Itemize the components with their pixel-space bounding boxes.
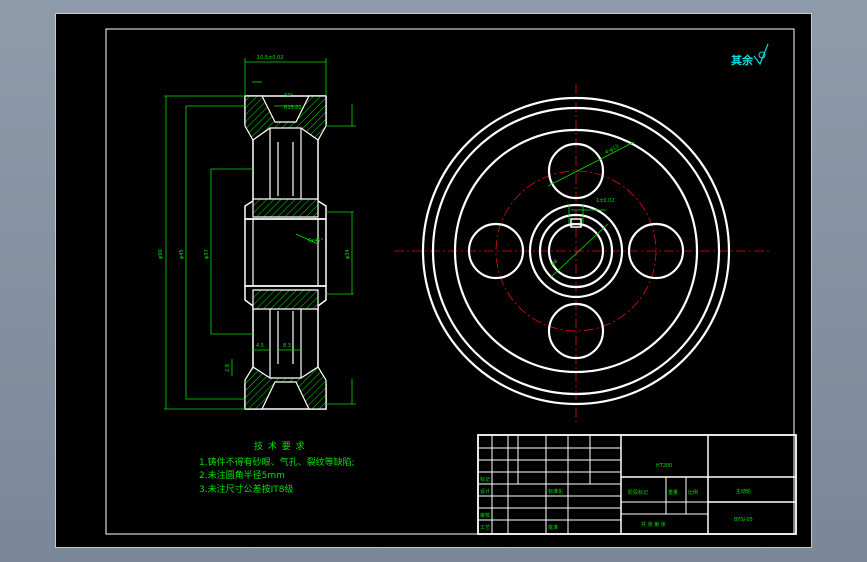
- title-block: 标记 设计 标准化 审核 工艺 批准 阶段标记 重量 比例 共 张 第 张 HT…: [477, 434, 797, 535]
- tb-designer-label: 设计: [480, 488, 490, 495]
- surface-roughness-note: 其余: [731, 43, 769, 67]
- dim-top-width: 10.5±0.02: [257, 55, 283, 61]
- tech-req-item-3: 3.未注尺寸公差按IT8级: [199, 483, 293, 495]
- tb-drawing-no: BYSJ-05: [734, 517, 753, 523]
- tb-part-name: 主动轮: [736, 488, 751, 495]
- dim-angle: 34°: [284, 93, 293, 99]
- tb-weight-label: 重量: [668, 489, 678, 496]
- rim-top-hatch: [244, 95, 327, 141]
- dim-dia-outer: φ90: [158, 249, 164, 259]
- tb-ratio-label: 比例: [688, 489, 698, 496]
- tb-mark-label: 标记: [480, 476, 490, 483]
- rim-bottom-hatch: [244, 366, 327, 410]
- dim-hole-pos: 1±0.02: [596, 198, 615, 204]
- dim-dia-small: φ34: [345, 249, 351, 259]
- tb-std-label: 标准化: [548, 488, 563, 495]
- dim-chamfer: 6x45°: [308, 238, 324, 244]
- dim-a: 4.5: [256, 343, 264, 349]
- tech-req-title: 技 术 要 求: [254, 440, 306, 452]
- front-view: 4-φ13 1±0.02 φ8: [394, 84, 770, 422]
- tb-stage-label: 阶段标记: [628, 489, 648, 496]
- tb-process-label: 工艺: [480, 525, 490, 531]
- tb-material: HT200: [656, 463, 672, 469]
- section-view: 10.5±0.02 34° R15.02 φ90 φ45 φ37 φ34 6x4…: [158, 55, 356, 410]
- web-hole-left: [467, 222, 525, 280]
- hub-top-hatch: [252, 198, 319, 218]
- surface-note-text: 其余: [731, 53, 754, 67]
- roughness-symbol: [753, 43, 769, 66]
- cad-drawing: 10.5±0.02 34° R15.02 φ90 φ45 φ37 φ34 6x4…: [105, 28, 797, 535]
- dim-groove: R15.02: [284, 105, 302, 111]
- dim-b: 8.3: [283, 343, 291, 349]
- dim-c: 2.8: [225, 364, 231, 372]
- tb-review-label: 审核: [480, 512, 490, 519]
- tech-req-item-1: 1.铸件不得有砂眼、气孔、裂纹等缺陷;: [199, 456, 355, 468]
- tech-req-item-2: 2.未注圆角半径5mm: [199, 469, 285, 481]
- tb-sheet-text: 共 张 第 张: [641, 521, 666, 528]
- technical-requirements: 技 术 要 求 1.铸件不得有砂眼、气孔、裂纹等缺陷; 2.未注圆角半径5mm …: [199, 440, 355, 495]
- hub-bottom-hatch: [252, 289, 319, 310]
- drawing-sheet: 10.5±0.02 34° R15.02 φ90 φ45 φ37 φ34 6x4…: [55, 13, 812, 548]
- tb-approve-label: 批准: [548, 524, 558, 531]
- dim-hole-dia: 4-φ13: [604, 144, 620, 156]
- dim-dia-inner: φ37: [204, 249, 210, 259]
- dim-dia-mid: φ45: [179, 249, 185, 259]
